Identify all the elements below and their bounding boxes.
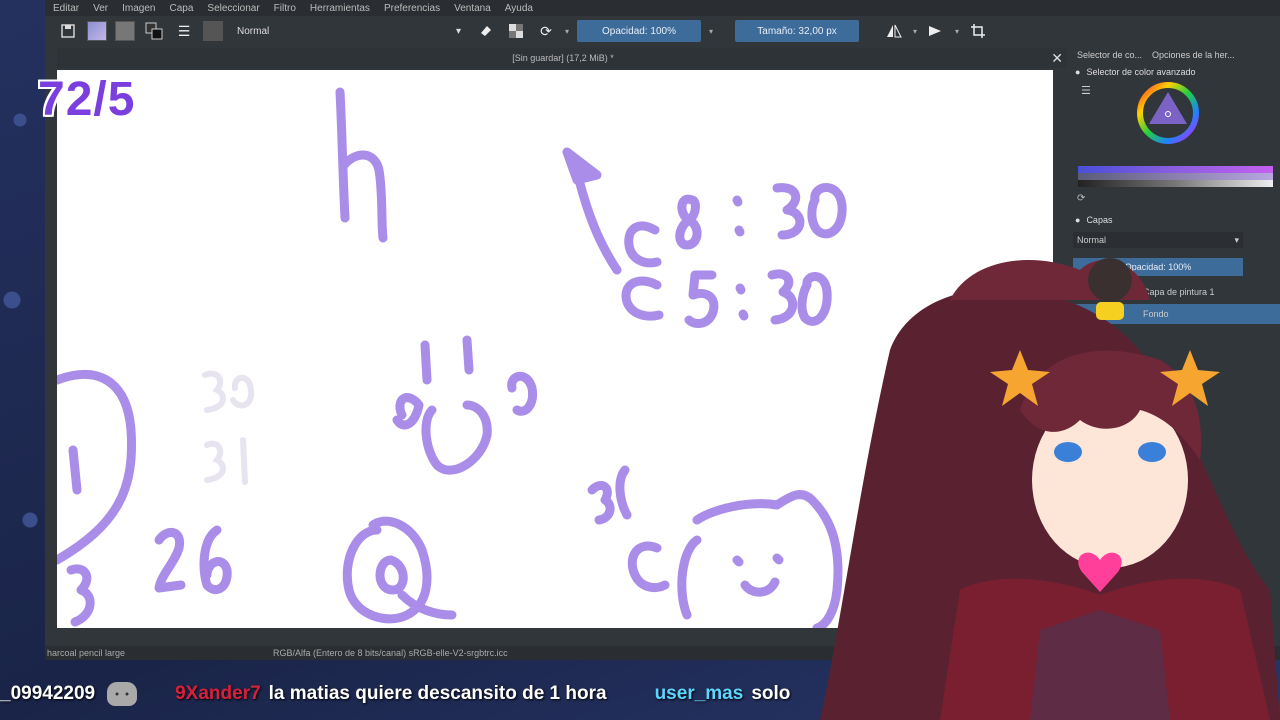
mirror-vertical-icon[interactable]: [925, 20, 947, 42]
color-wheel-area[interactable]: ☰: [1067, 80, 1280, 150]
tab-tool-options[interactable]: Opciones de la her...: [1152, 50, 1235, 60]
chevron-down-icon: ▾: [955, 26, 960, 36]
menu-imagen[interactable]: Imagen: [122, 3, 155, 14]
menu-bar: Editar Ver Imagen Capa Seleccionar Filtr…: [45, 0, 1280, 16]
lock-icon[interactable]: ●: [1075, 67, 1080, 77]
stroke-faint-30: [202, 370, 255, 413]
stroke-30-upper: [772, 183, 847, 240]
crop-icon[interactable]: [967, 20, 989, 42]
layers-header: ● Capas: [1067, 212, 1280, 228]
blend-mode-value: Normal: [237, 25, 270, 37]
menu-preferencias[interactable]: Preferencias: [384, 3, 440, 14]
stroke-3-partial: [66, 564, 95, 627]
menu-icon[interactable]: ☰: [1081, 84, 1091, 97]
stroke-5: [684, 270, 719, 329]
tab-color-selector[interactable]: Selector de co...: [1077, 50, 1142, 60]
chat-ticker: _09942209 9Xander7 la matias quiere desc…: [0, 676, 1280, 712]
save-icon[interactable]: [57, 20, 79, 42]
stroke-letter-h: [335, 87, 388, 243]
cat-emote-icon: [107, 682, 138, 706]
status-color-space: RGB/Alfa (Entero de 8 bits/canal) sRGB-e…: [273, 648, 508, 658]
chat-username: 9Xander7: [175, 683, 261, 704]
layers-title: Capas: [1086, 215, 1113, 225]
stroke-left-circle: [57, 369, 137, 565]
menu-ver[interactable]: Ver: [93, 3, 108, 14]
opacity-slider-label: Opacidad: 100%: [602, 25, 676, 37]
brush-settings-icon[interactable]: ☰: [173, 20, 195, 42]
pattern-swatch[interactable]: [115, 21, 135, 41]
tool-options-bar: ☰ Normal ▾ ⟳ ▾ Opacidad: 100% ▾ Tamaño: …: [45, 16, 1280, 46]
close-icon[interactable]: ✕: [1051, 50, 1063, 67]
eraser-icon[interactable]: [475, 20, 497, 42]
fg-bg-color-icon[interactable]: [143, 20, 165, 42]
chevron-down-icon: ▾: [913, 26, 918, 36]
stroke-left-inner: [68, 445, 82, 495]
color-selector-title: Selector de color avanzado: [1086, 67, 1196, 77]
alpha-lock-icon[interactable]: [505, 20, 527, 42]
chat-message: la matias quiere descansito de 1 hora: [268, 683, 607, 704]
chat-partial-user: _09942209: [0, 683, 96, 704]
stroke-face-mouth: [392, 371, 538, 475]
chat-message-next: solo: [751, 683, 791, 704]
menu-editar[interactable]: Editar: [53, 3, 79, 14]
chevron-down-icon: ▾: [709, 26, 714, 36]
stroke-c-bracket: [627, 535, 702, 620]
refresh-icon[interactable]: ⟳: [1067, 187, 1280, 204]
color-selector-header: ● Selector de color avanzado: [1067, 64, 1280, 80]
gradient-swatch[interactable]: [87, 21, 107, 41]
stroke-colon-upper: [732, 195, 745, 237]
stroke-23: [587, 465, 632, 525]
hue-gradient-bars[interactable]: [1078, 166, 1273, 187]
stroke-8: [675, 194, 702, 250]
stroke-faint-31: [204, 437, 248, 485]
stroke-arrowhead: [562, 147, 602, 185]
vtuber-avatar: [820, 258, 1280, 720]
menu-filtro[interactable]: Filtro: [274, 3, 296, 14]
stroke-colon-lower: [735, 283, 749, 321]
size-slider[interactable]: Tamaño: 32,00 px: [735, 20, 860, 42]
blend-mode-select[interactable]: Normal ▾: [231, 21, 467, 41]
reload-preset-icon[interactable]: ⟳: [535, 20, 557, 42]
stroke-arrow: [574, 175, 622, 275]
mirror-horizontal-icon[interactable]: [883, 20, 905, 42]
stroke-26: [154, 525, 232, 594]
document-title: [Sin guardar] (17,2 MiB) *: [512, 53, 614, 63]
stroke-at-sign: [342, 516, 457, 624]
stroke-cat-face: [732, 553, 784, 597]
stream-counter: 72/5: [38, 73, 136, 126]
menu-seleccionar[interactable]: Seleccionar: [207, 3, 259, 14]
lock-icon[interactable]: ●: [1075, 215, 1080, 225]
stroke-c-lower: [621, 276, 664, 321]
menu-herramientas[interactable]: Herramientas: [310, 3, 370, 14]
chevron-down-icon: ▾: [565, 26, 570, 36]
stroke-c-upper: [624, 221, 662, 268]
menu-capa[interactable]: Capa: [170, 3, 194, 14]
brush-preset-icon[interactable]: [203, 21, 223, 41]
chat-username-next: user_mas: [654, 683, 744, 704]
status-brush-name: harcoal pencil large: [47, 648, 126, 658]
menu-ayuda[interactable]: Ayuda: [505, 3, 533, 14]
color-wheel-icon[interactable]: [1135, 80, 1201, 146]
stroke-face-eyes: [420, 335, 474, 385]
size-slider-label: Tamaño: 32,00 px: [757, 25, 837, 37]
opacity-slider[interactable]: Opacidad: 100%: [577, 20, 702, 42]
docker-tabs: Selector de co... Opciones de la her...: [1067, 46, 1280, 64]
menu-ventana[interactable]: Ventana: [454, 3, 491, 14]
chevron-down-icon: ▾: [455, 25, 461, 37]
document-titlebar: [Sin guardar] (17,2 MiB) * ✕: [57, 48, 1069, 68]
